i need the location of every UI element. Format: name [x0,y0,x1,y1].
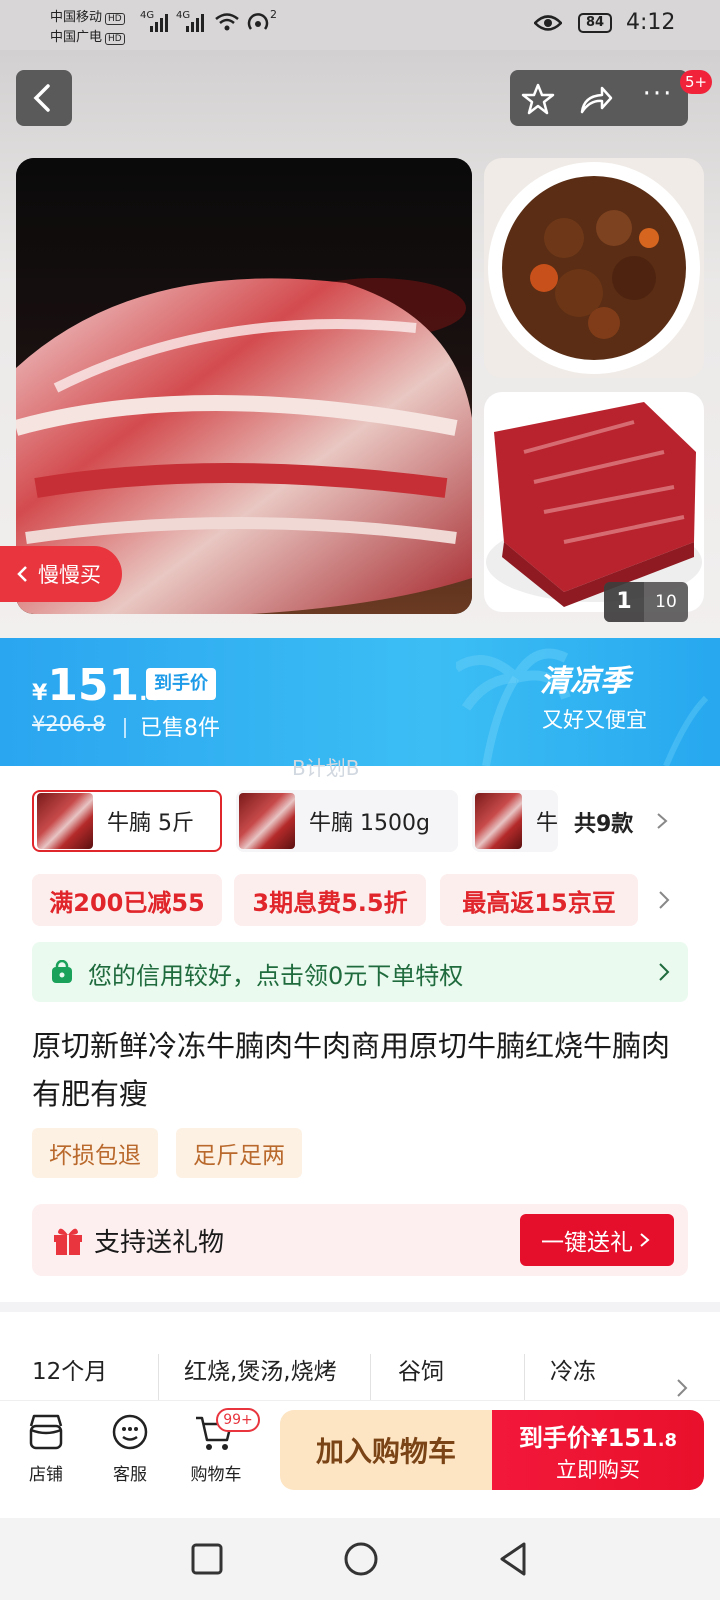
carrier-1: 中国移动 HD [50,6,125,25]
attribute-storage: 冷冻 [550,1359,596,1385]
chevron-left-small-icon [17,566,27,582]
sku-count: 共9款 [574,812,634,837]
gift-section: 支持送礼物 一键送礼 [32,1204,688,1276]
coupon-discount[interactable]: 满200已减55 [32,874,222,926]
signal-1-icon [150,14,168,32]
credit-text: 您的信用较好，点击领0元下单特权 [88,962,464,990]
send-gift-button[interactable]: 一键送礼 [520,1214,674,1266]
gift-text: 支持送礼物 [94,1228,225,1258]
chevron-left-icon [33,84,50,112]
shopping-bag-icon [52,960,72,983]
attribute-shelf-life: 12个月 [32,1359,108,1385]
divider [124,718,126,738]
price-banner: ¥151.8 到手价 ¥206.8 已售8件 清凉季 又好又便宜 [0,638,720,766]
divider [524,1354,525,1404]
cart-count-badge: 99+ [216,1408,260,1432]
side-image-raw[interactable] [484,392,704,612]
buy-now-button[interactable]: 到手价¥151.8 立即购买 [492,1410,704,1490]
chevron-right-icon [640,1233,650,1247]
service-tag: 足斤足两 [176,1128,302,1178]
cart-button[interactable]: 购物车 99+ [178,1408,262,1492]
product-title: 原切新鲜冷冻牛腩肉牛肉商用原切牛腩红烧牛腩肉有肥有瘦 [32,1029,671,1111]
home-circle-icon[interactable] [342,1540,380,1578]
message-badge: 5+ [680,70,713,94]
promo-title: 清凉季 [540,664,630,699]
side-image-braised[interactable] [484,158,704,378]
signal-2-icon [186,14,204,32]
sold-count: 已售8件 [140,716,220,741]
chevron-right-icon [659,963,670,981]
gallery-page-indicator: 1 10 [604,582,688,622]
attributes-row[interactable]: 12个月 红烧,煲汤,烧烤 谷饲 冷冻 [0,1312,720,1404]
sku-option-selected[interactable]: 牛腩 5斤 [32,790,222,852]
final-price-badge: 到手价 [146,668,216,700]
store-button[interactable]: 店铺 [6,1412,86,1492]
slow-buy-button[interactable]: 慢慢买 [0,546,122,602]
eye-icon [534,15,562,31]
current-price: ¥151.8 [32,660,163,711]
coupon-beans[interactable]: 最高返15京豆 [440,874,638,926]
buy-now-label: 立即购买 [556,1458,640,1482]
carrier-2: 中国广电 HD [50,26,125,45]
hotspot-icon [247,13,269,30]
buy-price: 到手价¥151.8 [518,1424,678,1452]
promo-subtitle: 又好又便宜 [542,708,647,732]
credit-banner[interactable]: 您的信用较好，点击领0元下单特权 [32,942,688,1002]
coupons-chevron-right-icon[interactable] [654,888,674,912]
more-menu-button[interactable]: ··· [636,74,680,118]
sku-option[interactable]: 牛腩 1500g [236,790,458,852]
braised-beef-image [488,162,700,374]
system-nav-bar [0,1518,720,1600]
header-actions: ··· [510,70,688,126]
raw-brisket-image [486,402,702,607]
status-bar: 中国移动 HD 中国广电 HD 4G 4G 2 84 4:12 [0,0,720,50]
recents-square-icon[interactable] [190,1542,224,1576]
chevron-right-icon [657,813,668,829]
wifi-icon [215,13,239,31]
favorite-star-icon[interactable] [520,82,556,116]
sku-thumbnail [37,793,93,849]
customer-service-button[interactable]: 客服 [90,1412,170,1492]
sku-thumbnail [475,793,522,849]
attribute-feed: 谷饲 [398,1359,444,1385]
chat-face-icon [112,1414,148,1450]
gift-icon [54,1228,82,1255]
divider [158,1354,159,1404]
divider [370,1354,371,1404]
back-button[interactable] [16,70,72,126]
hotspot-count: 2 [270,8,277,21]
sku-count-area[interactable]: 共9款 [562,790,720,852]
sku-option[interactable]: 牛 [472,790,558,852]
share-icon[interactable] [578,82,614,116]
sku-thumbnail [239,793,295,849]
battery-indicator: 84 [578,13,612,33]
service-tag: 坏损包退 [32,1128,158,1178]
chevron-right-icon [677,1379,688,1397]
coupon-installment[interactable]: 3期息费5.5折 [234,874,426,926]
store-icon [29,1414,63,1450]
section-divider [0,1302,720,1312]
add-to-cart-button[interactable]: 加入购物车 [280,1410,492,1490]
original-price: ¥206.8 [32,712,106,736]
back-triangle-icon[interactable] [494,1540,532,1578]
clock: 4:12 [626,10,676,35]
attribute-cooking: 红烧,煲汤,烧烤 [184,1359,337,1385]
watermark-text: B计划B [292,756,360,780]
